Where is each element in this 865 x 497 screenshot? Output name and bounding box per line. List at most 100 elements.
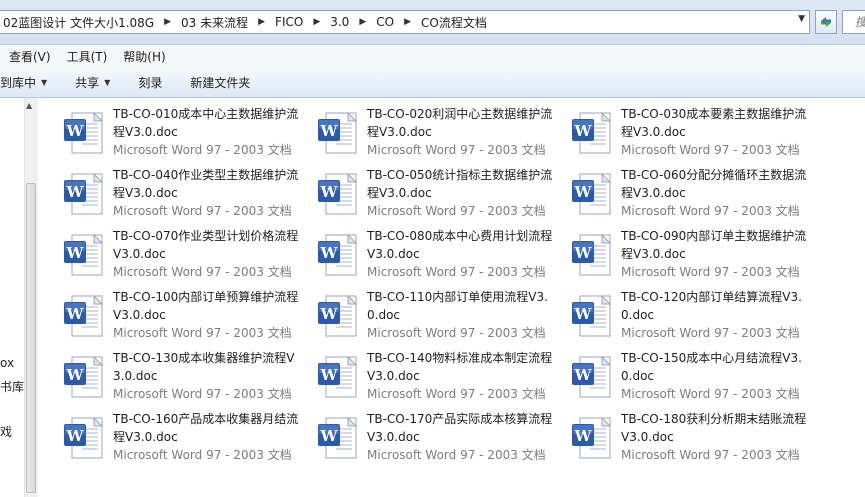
chevron-right-icon[interactable]: ▶ (252, 17, 271, 27)
chevron-right-icon[interactable]: ▶ (353, 17, 372, 27)
command-bar: 到库中 ▼ 共享 ▼ 刻录 新建文件夹 (0, 67, 865, 98)
word-document-icon: W (568, 414, 616, 462)
chevron-right-icon[interactable]: ▶ (158, 17, 177, 27)
file-item[interactable]: W TB-CO-130成本收集器维护流程V3.0.doc Microsoft W… (58, 347, 312, 408)
menu-view[interactable]: 查看(V) (0, 48, 59, 65)
file-item[interactable]: W TB-CO-140物料标准成本制定流程V3.0.doc Microsoft … (312, 347, 566, 408)
svg-text:W: W (320, 427, 339, 445)
word-document-icon: W (568, 353, 616, 401)
file-name: TB-CO-060分配分摊循环主数据流程V3.0.doc (621, 168, 807, 200)
file-type: Microsoft Word 97 - 2003 文档 (621, 448, 800, 462)
breadcrumb-version[interactable]: 3.0 (326, 15, 353, 29)
svg-text:W: W (574, 183, 593, 201)
file-type: Microsoft Word 97 - 2003 文档 (621, 143, 800, 157)
file-name: TB-CO-130成本收集器维护流程V3.0.doc (113, 351, 295, 383)
file-type: Microsoft Word 97 - 2003 文档 (621, 265, 800, 279)
svg-text:W: W (574, 427, 593, 445)
word-document-icon: W (314, 170, 362, 218)
breadcrumb-future-process[interactable]: 03 未来流程 (177, 14, 252, 31)
file-item[interactable]: W TB-CO-100内部订单预算维护流程V3.0.doc Microsoft … (58, 286, 312, 347)
refresh-button[interactable] (815, 10, 837, 34)
scroll-thumb[interactable] (26, 183, 36, 493)
share-button[interactable]: 共享 ▼ (61, 74, 124, 91)
breadcrumb-co-docs[interactable]: CO流程文档 (417, 14, 491, 31)
svg-text:W: W (66, 244, 85, 262)
file-type: Microsoft Word 97 - 2003 文档 (113, 387, 292, 401)
file-name: TB-CO-040作业类型主数据维护流程V3.0.doc (113, 168, 299, 200)
file-item[interactable]: W TB-CO-020利润中心主数据维护流程V3.0.doc Microsoft… (312, 103, 566, 164)
nav-scrollbar[interactable]: ▲ (24, 98, 38, 497)
chevron-right-icon[interactable]: ▶ (307, 17, 326, 27)
share-label: 共享 (75, 75, 100, 90)
file-type: Microsoft Word 97 - 2003 文档 (113, 326, 292, 340)
file-item[interactable]: W TB-CO-060分配分摊循环主数据流程V3.0.doc Microsoft… (566, 164, 820, 225)
file-type: Microsoft Word 97 - 2003 文档 (367, 265, 546, 279)
file-list: W TB-CO-010成本中心主数据维护流程V3.0.doc Microsoft… (58, 103, 858, 469)
refresh-icon (821, 17, 831, 27)
file-type: Microsoft Word 97 - 2003 文档 (367, 204, 546, 218)
file-type: Microsoft Word 97 - 2003 文档 (367, 143, 546, 157)
file-item[interactable]: W TB-CO-150成本中心月结流程V3.0.doc Microsoft Wo… (566, 347, 820, 408)
menu-help[interactable]: 帮助(H) (115, 48, 173, 65)
file-type: Microsoft Word 97 - 2003 文档 (621, 326, 800, 340)
svg-text:W: W (66, 122, 85, 140)
svg-text:W: W (320, 183, 339, 201)
svg-text:W: W (574, 366, 593, 384)
file-name: TB-CO-160产品成本收集器月结流程V3.0.doc (113, 412, 299, 444)
file-item[interactable]: W TB-CO-010成本中心主数据维护流程V3.0.doc Microsoft… (58, 103, 312, 164)
file-item[interactable]: W TB-CO-170产品实际成本核算流程V3.0.doc Microsoft … (312, 408, 566, 469)
svg-text:W: W (66, 305, 85, 323)
breadcrumb-blueprint[interactable]: 02蓝图设计 文件大小1.08G (0, 14, 158, 31)
file-type: Microsoft Word 97 - 2003 文档 (367, 326, 546, 340)
word-document-icon: W (314, 292, 362, 340)
breadcrumb-co[interactable]: CO (372, 15, 398, 29)
file-item[interactable]: W TB-CO-070作业类型计划价格流程V3.0.doc Microsoft … (58, 225, 312, 286)
file-name: TB-CO-120内部订单结算流程V3.0.doc (621, 290, 802, 322)
navigation-pane: ox 书库 戏 ▲ (0, 98, 38, 497)
word-document-icon: W (314, 109, 362, 157)
file-item[interactable]: W TB-CO-050统计指标主数据维护流程V3.0.doc Microsoft… (312, 164, 566, 225)
word-document-icon: W (314, 414, 362, 462)
svg-text:W: W (66, 427, 85, 445)
svg-text:W: W (66, 183, 85, 201)
menu-tools[interactable]: 工具(T) (59, 48, 116, 65)
word-document-icon: W (60, 231, 108, 279)
address-bar-region: 02蓝图设计 文件大小1.08G ▶ 03 未来流程 ▶ FICO ▶ 3.0 … (0, 0, 865, 45)
file-item[interactable]: W TB-CO-080成本中心费用计划流程V3.0.doc Microsoft … (312, 225, 566, 286)
file-item[interactable]: W TB-CO-040作业类型主数据维护流程V3.0.doc Microsoft… (58, 164, 312, 225)
chevron-down-icon[interactable]: ▼ (798, 14, 805, 24)
file-type: Microsoft Word 97 - 2003 文档 (113, 143, 292, 157)
file-type: Microsoft Word 97 - 2003 文档 (113, 204, 292, 218)
include-in-library-button[interactable]: 到库中 ▼ (0, 74, 61, 91)
file-item[interactable]: W TB-CO-110内部订单使用流程V3.0.doc Microsoft Wo… (312, 286, 566, 347)
file-type: Microsoft Word 97 - 2003 文档 (367, 387, 546, 401)
file-item[interactable]: W TB-CO-120内部订单结算流程V3.0.doc Microsoft Wo… (566, 286, 820, 347)
file-name: TB-CO-090内部订单主数据维护流程V3.0.doc (621, 229, 807, 261)
file-name: TB-CO-080成本中心费用计划流程V3.0.doc (367, 229, 553, 261)
file-name: TB-CO-100内部订单预算维护流程V3.0.doc (113, 290, 299, 322)
new-folder-button[interactable]: 新建文件夹 (176, 74, 264, 91)
word-document-icon: W (568, 292, 616, 340)
file-item[interactable]: W TB-CO-030成本要素主数据维护流程V3.0.doc Microsoft… (566, 103, 820, 164)
file-type: Microsoft Word 97 - 2003 文档 (113, 448, 292, 462)
breadcrumb-fico[interactable]: FICO (271, 15, 307, 29)
file-item[interactable]: W TB-CO-160产品成本收集器月结流程V3.0.doc Microsoft… (58, 408, 312, 469)
chevron-up-icon[interactable]: ▲ (26, 101, 32, 110)
file-item[interactable]: W TB-CO-090内部订单主数据维护流程V3.0.doc Microsoft… (566, 225, 820, 286)
word-document-icon: W (60, 109, 108, 157)
nav-item-dropbox[interactable]: ox (0, 356, 14, 370)
word-document-icon: W (314, 353, 362, 401)
svg-text:W: W (320, 305, 339, 323)
chevron-right-icon[interactable]: ▶ (398, 17, 417, 27)
nav-item-games[interactable]: 戏 (0, 423, 12, 440)
word-document-icon: W (60, 414, 108, 462)
address-field[interactable]: 02蓝图设计 文件大小1.08G ▶ 03 未来流程 ▶ FICO ▶ 3.0 … (0, 10, 810, 34)
file-item[interactable]: W TB-CO-180获利分析期末结账流程V3.0.doc Microsoft … (566, 408, 820, 469)
file-name: TB-CO-110内部订单使用流程V3.0.doc (367, 290, 548, 322)
nav-item-library[interactable]: 书库 (0, 378, 24, 395)
search-input[interactable]: 搜 (842, 10, 865, 34)
burn-button[interactable]: 刻录 (124, 74, 176, 91)
file-type: Microsoft Word 97 - 2003 文档 (621, 204, 800, 218)
svg-text:W: W (320, 366, 339, 384)
word-document-icon: W (568, 170, 616, 218)
